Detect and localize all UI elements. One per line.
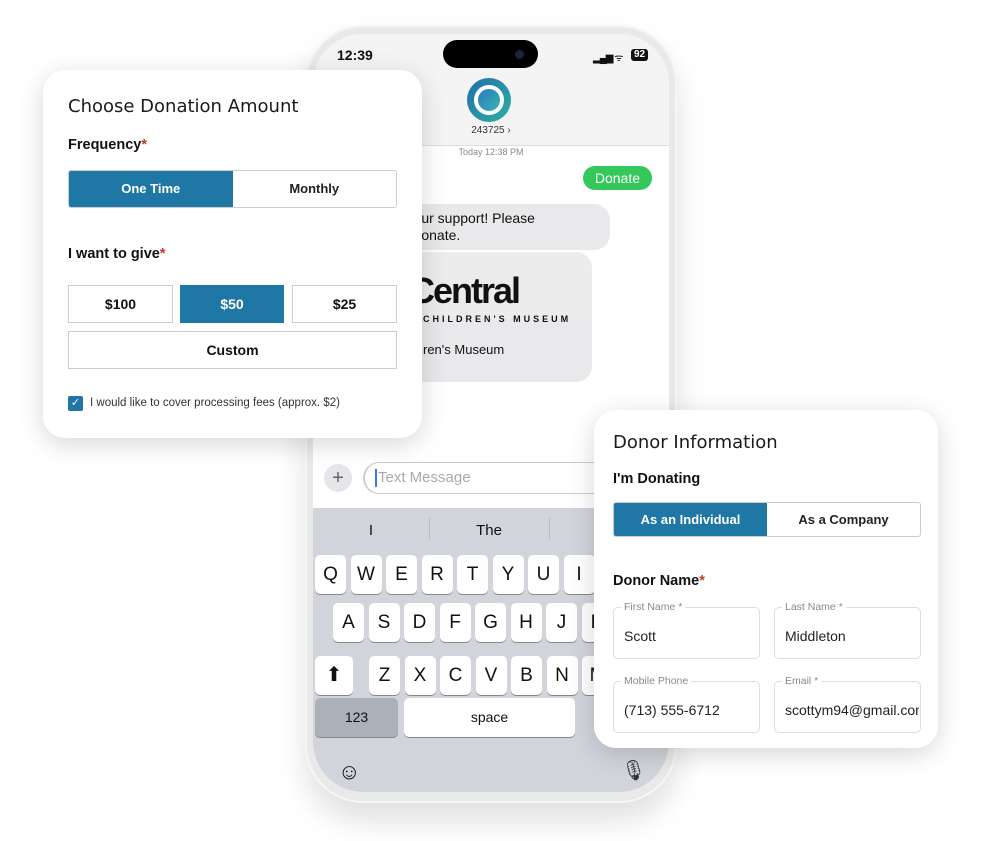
key-f[interactable]: F — [439, 603, 471, 642]
email-field[interactable]: Email * scottym94@gmail.com — [774, 675, 921, 733]
give-label: I want to give* — [68, 246, 166, 262]
frequency-toggle: One Time Monthly — [68, 170, 397, 208]
outgoing-message: Donate — [582, 166, 652, 190]
one-time-option[interactable]: One Time — [69, 171, 233, 207]
label-text: Donor Name — [613, 573, 700, 589]
key-j[interactable]: J — [546, 603, 577, 642]
field-label: Mobile Phone — [621, 675, 692, 687]
monthly-option[interactable]: Monthly — [233, 171, 397, 207]
fee-checkbox[interactable]: ✓ — [68, 396, 83, 411]
divider — [429, 518, 430, 540]
donor-information-card: Donor Information I'm Donating As an Ind… — [594, 410, 938, 748]
key-b[interactable]: B — [511, 656, 542, 695]
numbers-key[interactable]: 123 — [315, 698, 398, 737]
required-mark: * — [159, 246, 166, 262]
microphone-icon[interactable]: 🎙︎ — [621, 758, 646, 783]
key-w[interactable]: W — [350, 555, 382, 594]
amount-25-button[interactable]: $25 — [292, 285, 397, 323]
custom-amount-button[interactable]: Custom — [68, 331, 397, 369]
donation-amount-card: Choose Donation Amount Frequency* One Ti… — [43, 70, 422, 438]
key-r[interactable]: R — [421, 555, 453, 594]
field-label: Last Name * — [782, 601, 846, 613]
key-i[interactable]: I — [563, 555, 595, 594]
suggestion[interactable]: I — [341, 522, 401, 539]
fee-checkbox-label: I would like to cover processing fees (a… — [90, 397, 340, 409]
key-y[interactable]: Y — [492, 555, 524, 594]
required-mark: * — [141, 137, 147, 153]
contact-avatar[interactable] — [467, 78, 511, 122]
donating-label: I'm Donating — [613, 471, 701, 487]
key-z[interactable]: Z — [369, 656, 400, 695]
key-d[interactable]: D — [404, 603, 435, 642]
logo-subtext: CHILDREN'S MUSEUM — [423, 314, 572, 324]
shift-key[interactable]: ⬆ — [315, 656, 353, 695]
key-x[interactable]: X — [404, 656, 436, 695]
field-value: Middleton — [785, 628, 846, 644]
first-name-field[interactable]: First Name * Scott — [613, 601, 760, 659]
individual-option[interactable]: As an Individual — [614, 503, 767, 536]
card-title: Donor Information — [613, 432, 778, 453]
divider — [549, 518, 550, 540]
field-value: (713) 555-6712 — [624, 702, 720, 718]
space-key[interactable]: space — [404, 698, 575, 737]
key-a[interactable]: A — [333, 603, 364, 642]
field-label: First Name * — [621, 601, 686, 613]
logo-text: Central — [409, 270, 521, 311]
key-c[interactable]: C — [440, 656, 471, 695]
placeholder: Text Message — [378, 469, 471, 486]
key-n[interactable]: N — [546, 656, 578, 695]
key-v[interactable]: V — [475, 656, 507, 695]
signal-wifi-icon: ▂▄▆ ᯤ — [593, 53, 623, 64]
key-q[interactable]: Q — [315, 555, 346, 594]
field-value: scottym94@gmail.com — [785, 702, 919, 718]
key-t[interactable]: T — [457, 555, 488, 594]
company-option[interactable]: As a Company — [767, 503, 920, 536]
plus-icon[interactable]: + — [324, 464, 352, 492]
label-text: Frequency — [68, 137, 142, 153]
key-h[interactable]: H — [510, 603, 542, 642]
status-time: 12:39 — [337, 47, 373, 63]
battery-indicator: 92 — [631, 49, 649, 61]
mobile-phone-field[interactable]: Mobile Phone (713) 555-6712 — [613, 675, 760, 733]
suggestion[interactable]: The — [459, 522, 519, 539]
key-g[interactable]: G — [475, 603, 506, 642]
message-line: to donate. — [398, 227, 461, 243]
amount-50-button[interactable]: $50 — [180, 285, 284, 323]
emoji-icon[interactable]: ☺ — [338, 759, 360, 785]
last-name-field[interactable]: Last Name * Middleton — [774, 601, 921, 659]
camera-icon — [515, 50, 524, 59]
message-line: r your support! Please — [398, 210, 535, 226]
link-title: ren's Museum — [423, 342, 505, 357]
card-title: Choose Donation Amount — [68, 96, 299, 117]
field-label: Email * — [782, 675, 822, 687]
required-mark: * — [699, 573, 705, 589]
label-text: I want to give — [68, 246, 160, 262]
key-u[interactable]: U — [528, 555, 559, 594]
donor-type-toggle: As an Individual As a Company — [613, 502, 921, 537]
key-s[interactable]: S — [368, 603, 400, 642]
frequency-label: Frequency* — [68, 137, 147, 153]
dynamic-island — [443, 40, 538, 68]
field-value: Scott — [624, 628, 656, 644]
donor-name-label: Donor Name* — [613, 573, 705, 589]
key-e[interactable]: E — [386, 555, 417, 594]
amount-100-button[interactable]: $100 — [68, 285, 173, 323]
